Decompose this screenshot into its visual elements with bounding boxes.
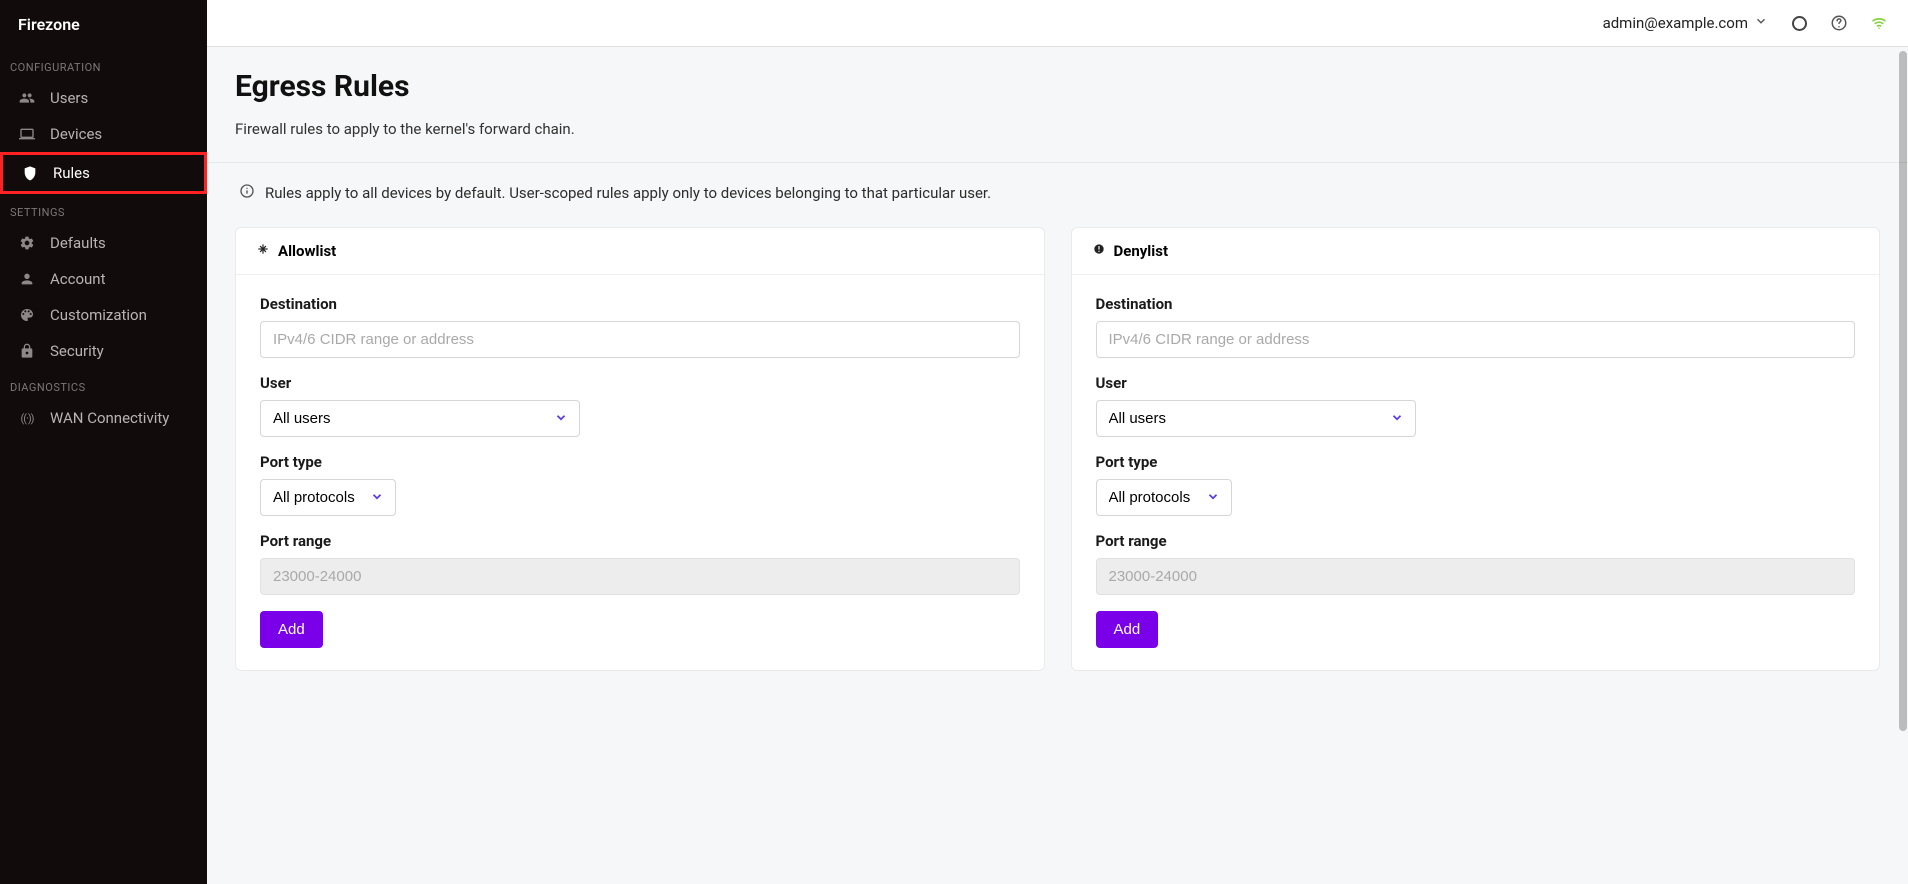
sidebar-section-settings: SETTINGS bbox=[0, 194, 207, 225]
user-menu[interactable]: admin@example.com bbox=[1603, 14, 1768, 32]
allow-port-type-select[interactable]: All protocols bbox=[260, 479, 396, 516]
sidebar-item-label: Rules bbox=[53, 164, 90, 182]
sidebar-item-label: Account bbox=[50, 270, 106, 288]
allowlist-icon bbox=[256, 242, 270, 260]
deny-add-button[interactable]: Add bbox=[1096, 611, 1159, 648]
sidebar-item-label: Users bbox=[50, 89, 88, 107]
sidebar-item-label: Customization bbox=[50, 306, 147, 324]
deny-user-label: User bbox=[1096, 374, 1856, 392]
main-area: admin@example.com Egress Rules Firewall … bbox=[207, 0, 1908, 884]
page-header: Egress Rules Firewall rules to apply to … bbox=[207, 47, 1908, 163]
denylist-icon bbox=[1092, 242, 1106, 260]
deny-destination-input[interactable] bbox=[1096, 321, 1856, 358]
deny-user-select[interactable]: All users bbox=[1096, 400, 1416, 437]
denylist-header: Denylist bbox=[1072, 228, 1880, 275]
customization-icon bbox=[18, 307, 36, 323]
sidebar-item-account[interactable]: Account bbox=[0, 261, 207, 297]
allowlist-card: Allowlist Destination User All users bbox=[235, 227, 1045, 671]
content: Egress Rules Firewall rules to apply to … bbox=[207, 47, 1908, 884]
allowlist-header: Allowlist bbox=[236, 228, 1044, 275]
users-icon bbox=[18, 90, 36, 106]
deny-destination-label: Destination bbox=[1096, 295, 1856, 313]
wifi-icon[interactable] bbox=[1870, 14, 1888, 32]
sidebar-section-configuration: CONFIGURATION bbox=[0, 49, 207, 80]
brand[interactable]: Firezone bbox=[0, 0, 207, 49]
deny-port-range-input bbox=[1096, 558, 1856, 595]
sidebar-item-defaults[interactable]: Defaults bbox=[0, 225, 207, 261]
denylist-title: Denylist bbox=[1114, 242, 1169, 260]
allow-destination-input[interactable] bbox=[260, 321, 1020, 358]
rules-icon bbox=[21, 165, 39, 181]
sidebar-item-users[interactable]: Users bbox=[0, 80, 207, 116]
devices-icon bbox=[18, 126, 36, 142]
account-icon bbox=[18, 271, 36, 287]
allowlist-title: Allowlist bbox=[278, 242, 336, 260]
info-icon bbox=[239, 183, 255, 203]
page-title: Egress Rules bbox=[235, 69, 1880, 104]
denylist-card: Denylist Destination User All users bbox=[1071, 227, 1881, 671]
sidebar-item-wan[interactable]: ((·)) WAN Connectivity bbox=[0, 400, 207, 436]
allow-port-type-label: Port type bbox=[260, 453, 1020, 471]
scrollbar-thumb[interactable] bbox=[1899, 51, 1907, 731]
allow-user-label: User bbox=[260, 374, 1020, 392]
gear-icon bbox=[18, 235, 36, 251]
allow-user-select[interactable]: All users bbox=[260, 400, 580, 437]
sidebar-item-label: WAN Connectivity bbox=[50, 409, 169, 427]
chevron-down-icon bbox=[1754, 14, 1768, 32]
deny-port-type-select[interactable]: All protocols bbox=[1096, 479, 1232, 516]
allow-add-button[interactable]: Add bbox=[260, 611, 323, 648]
deny-port-range-label: Port range bbox=[1096, 532, 1856, 550]
sidebar-item-label: Devices bbox=[50, 125, 102, 143]
sidebar-section-diagnostics: DIAGNOSTICS bbox=[0, 369, 207, 400]
status-circle-icon[interactable] bbox=[1790, 14, 1808, 32]
sidebar: Firezone CONFIGURATION Users Devices Rul… bbox=[0, 0, 207, 884]
sidebar-item-label: Security bbox=[50, 342, 104, 360]
page-description: Firewall rules to apply to the kernel's … bbox=[235, 120, 1880, 138]
allow-port-range-label: Port range bbox=[260, 532, 1020, 550]
allow-destination-label: Destination bbox=[260, 295, 1020, 313]
security-icon bbox=[18, 343, 36, 359]
sidebar-item-rules[interactable]: Rules bbox=[0, 152, 207, 194]
sidebar-item-label: Defaults bbox=[50, 234, 106, 252]
topbar: admin@example.com bbox=[207, 0, 1908, 47]
sidebar-item-customization[interactable]: Customization bbox=[0, 297, 207, 333]
allow-port-range-input bbox=[260, 558, 1020, 595]
wan-icon: ((·)) bbox=[18, 412, 36, 425]
sidebar-item-devices[interactable]: Devices bbox=[0, 116, 207, 152]
deny-port-type-label: Port type bbox=[1096, 453, 1856, 471]
sidebar-item-security[interactable]: Security bbox=[0, 333, 207, 369]
user-email: admin@example.com bbox=[1603, 14, 1748, 32]
info-text: Rules apply to all devices by default. U… bbox=[265, 184, 991, 202]
help-icon[interactable] bbox=[1830, 14, 1848, 32]
info-banner: Rules apply to all devices by default. U… bbox=[207, 163, 1908, 213]
